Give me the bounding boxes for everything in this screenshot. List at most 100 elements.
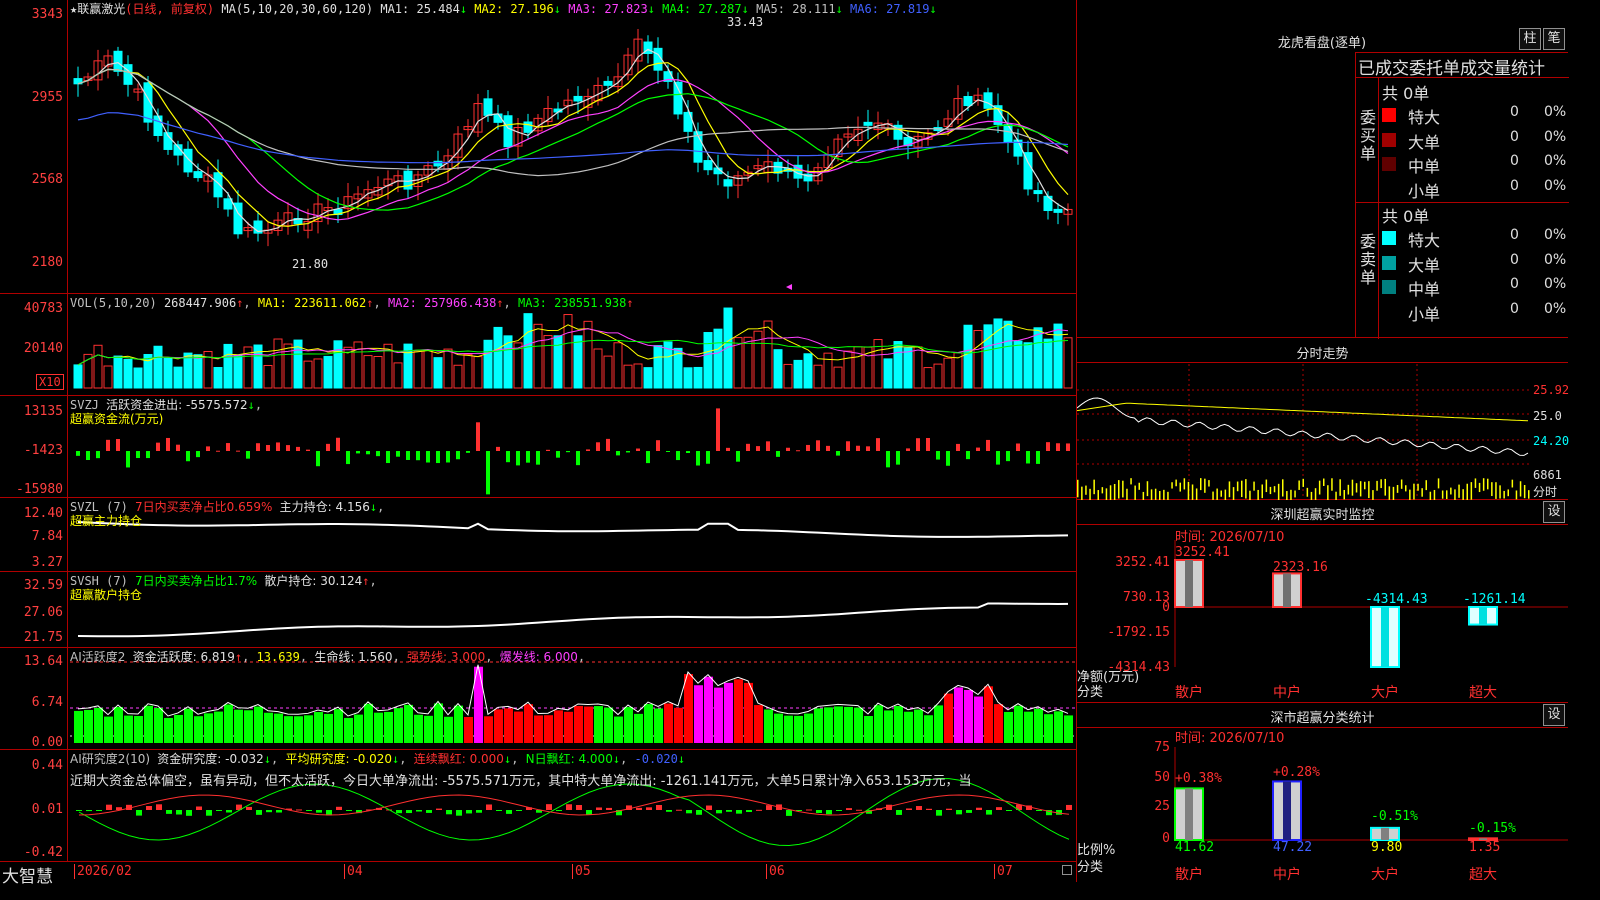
intraday-volume — [1437, 478, 1440, 489]
intraday-volume — [1216, 488, 1218, 500]
research-bar — [986, 810, 992, 815]
candle-body — [603, 80, 613, 86]
ma-arrow: ↓ — [459, 2, 475, 16]
intraday-volume — [1364, 481, 1366, 490]
volume-bar — [903, 347, 913, 389]
buy-row-value: 0 — [1510, 128, 1519, 145]
svsh-sub: 超赢散户持仓 — [70, 588, 143, 602]
flow-bar — [936, 451, 940, 460]
ma-value: MA2: 27.196 — [474, 2, 554, 16]
svzj-panel[interactable]: 13135 -1423 -15980 SVZJ 活跃资金进出: -5575.57… — [0, 396, 1077, 498]
bar-mode-button[interactable]: 柱 — [1519, 28, 1541, 50]
stock-name[interactable]: 联赢激光 — [77, 2, 125, 16]
volume-bar — [583, 320, 593, 389]
intraday-volume — [1433, 489, 1436, 500]
volume-bar — [593, 348, 603, 389]
intraday-volume — [1503, 490, 1505, 499]
svzj-text: 活跃资金进出: -5575.572 — [106, 398, 248, 412]
volume-panel[interactable]: 40783 20140 X10 VOL(5,10,20) 268447.906↑… — [0, 294, 1077, 396]
intraday-volume — [1228, 481, 1231, 498]
activity-bar — [244, 710, 253, 743]
sell-row-name: 大单 — [1408, 255, 1441, 275]
volume-bar — [983, 324, 993, 389]
flow-bar — [556, 451, 560, 458]
lock-icon[interactable] — [1062, 865, 1072, 875]
monitor-value: -4314.43 — [1365, 592, 1428, 607]
intraday-volume — [1314, 488, 1317, 500]
volume-bar — [893, 341, 903, 389]
flow-bar — [336, 437, 340, 451]
flow-bar — [276, 442, 280, 451]
ma-arrow: ↓ — [553, 2, 569, 16]
ai-activity-panel[interactable]: 13.64 6.74 0.00 AI活跃度2 资金活跃度: 6.819↑, 13… — [0, 648, 1077, 750]
volume-bar — [973, 330, 983, 389]
activity-bar — [784, 715, 793, 743]
activity-bar — [284, 716, 293, 743]
intraday-volume — [1208, 480, 1210, 487]
ai2-header: AI研究度2(10) 资金研究度: -0.032↓, 平均研究度: -0.020… — [70, 752, 686, 766]
research-bar — [276, 810, 282, 813]
intraday-volume — [1204, 478, 1206, 493]
research-bar — [76, 810, 82, 811]
activity-bar — [264, 712, 273, 743]
research-bar — [436, 808, 442, 810]
volume-bar — [223, 343, 233, 389]
flow-bar — [676, 451, 680, 461]
svzl-header: SVZL (7) 7日内买卖净占比0.659% 主力持仓: 4.156↓, 超赢… — [70, 500, 385, 528]
research-bar — [756, 809, 762, 811]
intraday-volume — [1261, 484, 1263, 499]
research-bar — [476, 810, 482, 813]
buy-row-name: 小单 — [1408, 181, 1441, 201]
flow-bar — [986, 439, 990, 451]
volume-bar — [763, 320, 773, 389]
volume-bar — [153, 345, 163, 389]
tick-mode-button[interactable]: 笔 — [1543, 28, 1565, 50]
flow-bar — [526, 451, 530, 463]
svsh-panel[interactable]: 32.59 27.06 21.75 SVSH (7) 7日内买卖净占比1.7% … — [0, 572, 1077, 648]
activity-bar — [504, 708, 513, 743]
flow-bar — [1026, 451, 1030, 464]
date-axis: 大智慧 2026/02 04 05 06 07 — [0, 862, 1077, 887]
buy-row-value: 0 — [1510, 177, 1519, 194]
flow-bar — [86, 451, 90, 461]
candle-body — [573, 95, 583, 102]
ai-research-chart — [76, 777, 1072, 847]
activity-bar — [424, 715, 433, 743]
research-bar — [216, 810, 222, 811]
flow-bar — [186, 451, 190, 462]
flow-bar — [796, 450, 800, 452]
flow-bar — [156, 442, 160, 451]
date-tick: 04 — [344, 864, 363, 879]
buy-row-value: 0 — [1510, 104, 1519, 120]
vol-title: VOL(5,10,20) — [70, 296, 157, 310]
flow-bar — [656, 440, 660, 451]
color-swatch — [1382, 157, 1396, 171]
ai-research-panel[interactable]: 0.44 0.01 -0.42 AI研究度2(10) 资金研究度: -0.032… — [0, 750, 1077, 862]
volume-bar — [113, 355, 123, 389]
intraday-panel[interactable]: 分时走势 25.92 25.0 24.20 6861 分时 — [1077, 338, 1569, 500]
svzl-panel[interactable]: 12.40 7.84 3.27 SVZL (7) 7日内买卖净占比0.659% … — [0, 498, 1077, 572]
volume-bar — [1043, 338, 1053, 389]
sell-row-pct: 0% — [1544, 276, 1567, 292]
intraday-volume — [1294, 490, 1296, 498]
candlestick-chart[interactable] — [0, 0, 1077, 294]
classify-change: -0.15% — [1469, 821, 1516, 836]
candle-body — [673, 81, 683, 115]
research-bar — [546, 804, 552, 810]
volume-bar — [313, 358, 323, 389]
intraday-volume — [1441, 490, 1444, 499]
intraday-volume — [1195, 488, 1198, 500]
svzj-title: SVZJ — [70, 398, 99, 412]
flow-bar — [366, 451, 370, 455]
activity-bar — [404, 704, 413, 743]
intraday-chart — [1077, 364, 1532, 500]
monitor-xlabel: 分类 — [1077, 685, 1104, 700]
price-panel[interactable]: 3343 2955 2568 2180 ★联赢激光(日线, 前复权) MA(5,… — [0, 0, 1077, 294]
flow-bar — [116, 439, 120, 451]
candle-body — [1023, 152, 1033, 190]
volume-bar — [443, 348, 453, 389]
classify-percent: 1.35 — [1469, 840, 1501, 855]
flow-bar — [396, 451, 400, 457]
activity-bar — [724, 682, 733, 743]
intraday-volume — [1200, 478, 1202, 491]
